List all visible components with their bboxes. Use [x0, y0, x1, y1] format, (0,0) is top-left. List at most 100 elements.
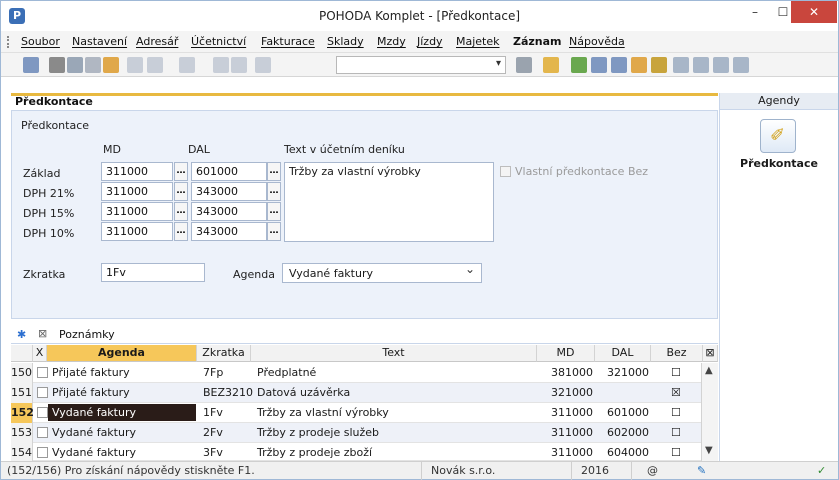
- toolbar-save-all-icon[interactable]: [231, 57, 247, 73]
- table-row-selected[interactable]: 152 Vydané faktury 1Fv Tržby za vlastní …: [11, 403, 718, 423]
- toolbar-check-icon[interactable]: [147, 57, 163, 73]
- menu-mzdy[interactable]: Mzdy: [377, 35, 406, 48]
- tab-poznamky[interactable]: Poznámky: [59, 328, 115, 341]
- md-picker-zaklad[interactable]: …: [174, 162, 188, 181]
- dal-field-zaklad[interactable]: 601000: [191, 162, 267, 181]
- toolbar-copy-icon[interactable]: [255, 57, 271, 73]
- grid-scrollbar[interactable]: ▲ ▼: [701, 363, 718, 461]
- grid-header-dal[interactable]: DAL: [595, 345, 651, 362]
- scroll-up-icon[interactable]: ▲: [705, 365, 713, 376]
- cell-bez[interactable]: ☐: [671, 426, 681, 439]
- row-number: 153: [11, 423, 33, 443]
- md-field-dph15[interactable]: 311000: [101, 202, 173, 221]
- menu-sklady[interactable]: Sklady: [327, 35, 364, 48]
- md-field-dph21[interactable]: 311000: [101, 182, 173, 201]
- md-field-dph10[interactable]: 311000: [101, 222, 173, 241]
- toolbar-calc-icon[interactable]: [611, 57, 627, 73]
- status-ok-icon: ✓: [817, 464, 827, 477]
- menu-ucetnictvi[interactable]: Účetnictví: [191, 35, 246, 48]
- row-checkbox[interactable]: [37, 427, 48, 438]
- grid-header-corner[interactable]: ⊠: [703, 345, 718, 362]
- row-label-dph10: DPH 10%: [23, 227, 75, 240]
- toolbar-open-folder-icon[interactable]: [543, 57, 559, 73]
- own-bez-checkbox[interactable]: [500, 166, 511, 177]
- close-button[interactable]: ✕: [791, 1, 837, 23]
- sidebar-item-predkontace[interactable]: Předkontace: [720, 157, 838, 170]
- toolbar-find-icon[interactable]: [85, 57, 101, 73]
- menu-nastaveni[interactable]: Nastavení: [72, 35, 127, 48]
- form-subtitle: Předkontace: [21, 119, 90, 132]
- toolbar-back-icon[interactable]: [179, 57, 195, 73]
- toolbar-save-icon[interactable]: [213, 57, 229, 73]
- toolbar-help-icon[interactable]: [733, 57, 749, 73]
- new-record-icon[interactable]: ✱: [17, 328, 26, 341]
- md-field-zaklad[interactable]: 311000: [101, 162, 173, 181]
- toolbar-calendar-icon[interactable]: [591, 57, 607, 73]
- menu-napoveda[interactable]: Nápověda: [569, 35, 625, 48]
- predkontace-icon[interactable]: [760, 119, 796, 153]
- dal-field-dph10[interactable]: 343000: [191, 222, 267, 241]
- table-row[interactable]: 153 Vydané faktury 2Fv Tržby z prodeje s…: [11, 423, 718, 443]
- zkratka-label: Zkratka: [23, 268, 66, 281]
- journal-text-field[interactable]: Tržby za vlastní výrobky: [284, 162, 494, 242]
- grid-header-zkratka[interactable]: Zkratka: [197, 345, 251, 362]
- grid-header-agenda[interactable]: Agenda: [47, 345, 197, 362]
- dal-field-dph15[interactable]: 343000: [191, 202, 267, 221]
- cell-bez[interactable]: ☐: [671, 366, 681, 379]
- md-picker-dph15[interactable]: …: [174, 202, 188, 221]
- toolbar-window-icon[interactable]: [673, 57, 689, 73]
- dal-picker-dph21[interactable]: …: [267, 182, 281, 201]
- grid-header-text[interactable]: Text: [251, 345, 537, 362]
- toolbar-filter-icon[interactable]: [516, 57, 532, 73]
- toolbar-book-icon[interactable]: [23, 57, 39, 73]
- toolbar-new-icon[interactable]: [127, 57, 143, 73]
- grid-header-bez[interactable]: Bez: [651, 345, 703, 362]
- table-row[interactable]: 154 Vydané faktury 3Fv Tržby z prodeje z…: [11, 443, 718, 461]
- menu-adresar[interactable]: Adresář: [136, 35, 178, 48]
- filter-icon[interactable]: ⊠: [38, 327, 52, 341]
- zkratka-field[interactable]: 1Fv: [101, 263, 205, 282]
- status-at-icon: @: [647, 464, 658, 477]
- cell-bez[interactable]: ☐: [671, 406, 681, 419]
- menu-zaznam[interactable]: Záznam: [513, 35, 562, 48]
- toolbar-print-icon[interactable]: [49, 57, 65, 73]
- toolbar-users-icon[interactable]: [631, 57, 647, 73]
- grid-header-md[interactable]: MD: [537, 345, 595, 362]
- toolbar-filter-select[interactable]: [336, 56, 506, 74]
- toolbar-folder-icon[interactable]: [103, 57, 119, 73]
- toolbar-ean-icon[interactable]: [651, 57, 667, 73]
- cell-agenda: Vydané faktury: [52, 426, 136, 439]
- dal-field-dph21[interactable]: 343000: [191, 182, 267, 201]
- menu-fakturace[interactable]: Fakturace: [261, 35, 315, 48]
- cell-bez[interactable]: ☐: [671, 446, 681, 459]
- menu-soubor[interactable]: Soubor: [21, 35, 60, 48]
- md-picker-dph21[interactable]: …: [174, 182, 188, 201]
- toolbar-print-preview-icon[interactable]: [67, 57, 83, 73]
- dal-picker-dph10[interactable]: …: [267, 222, 281, 241]
- toolbar-green-icon[interactable]: [571, 57, 587, 73]
- dal-picker-dph15[interactable]: …: [267, 202, 281, 221]
- table-row[interactable]: 151 Přijaté faktury BEZ3210 Datová uzávě…: [11, 383, 718, 403]
- row-checkbox[interactable]: [37, 387, 48, 398]
- dal-picker-zaklad[interactable]: …: [267, 162, 281, 181]
- row-checkbox[interactable]: [37, 367, 48, 378]
- menu-majetek[interactable]: Majetek: [456, 35, 500, 48]
- cell-bez[interactable]: ☒: [671, 386, 681, 399]
- scroll-down-icon[interactable]: ▼: [705, 445, 713, 456]
- menu-jizdy[interactable]: Jízdy: [417, 35, 443, 48]
- row-number: 152: [11, 403, 34, 423]
- cell-agenda-selected[interactable]: Vydané faktury: [48, 404, 196, 421]
- toolbar-window2-icon[interactable]: [693, 57, 709, 73]
- table-row[interactable]: 150 Přijaté faktury 7Fp Předplatné 38100…: [11, 363, 718, 383]
- cell-agenda: Vydané faktury: [52, 446, 136, 459]
- cell-text: Tržby z prodeje zboží: [257, 446, 373, 459]
- cell-text: Tržby za vlastní výrobky: [257, 406, 389, 419]
- md-picker-dph10[interactable]: …: [174, 222, 188, 241]
- sidebar-header: Agendy: [720, 93, 838, 110]
- grid-header-x[interactable]: X: [33, 345, 47, 362]
- row-checkbox[interactable]: [37, 407, 48, 418]
- cell-zkratka: 1Fv: [203, 406, 223, 419]
- toolbar-window3-icon[interactable]: [713, 57, 729, 73]
- row-checkbox[interactable]: [37, 447, 48, 458]
- agenda-select[interactable]: Vydané faktury: [282, 262, 482, 283]
